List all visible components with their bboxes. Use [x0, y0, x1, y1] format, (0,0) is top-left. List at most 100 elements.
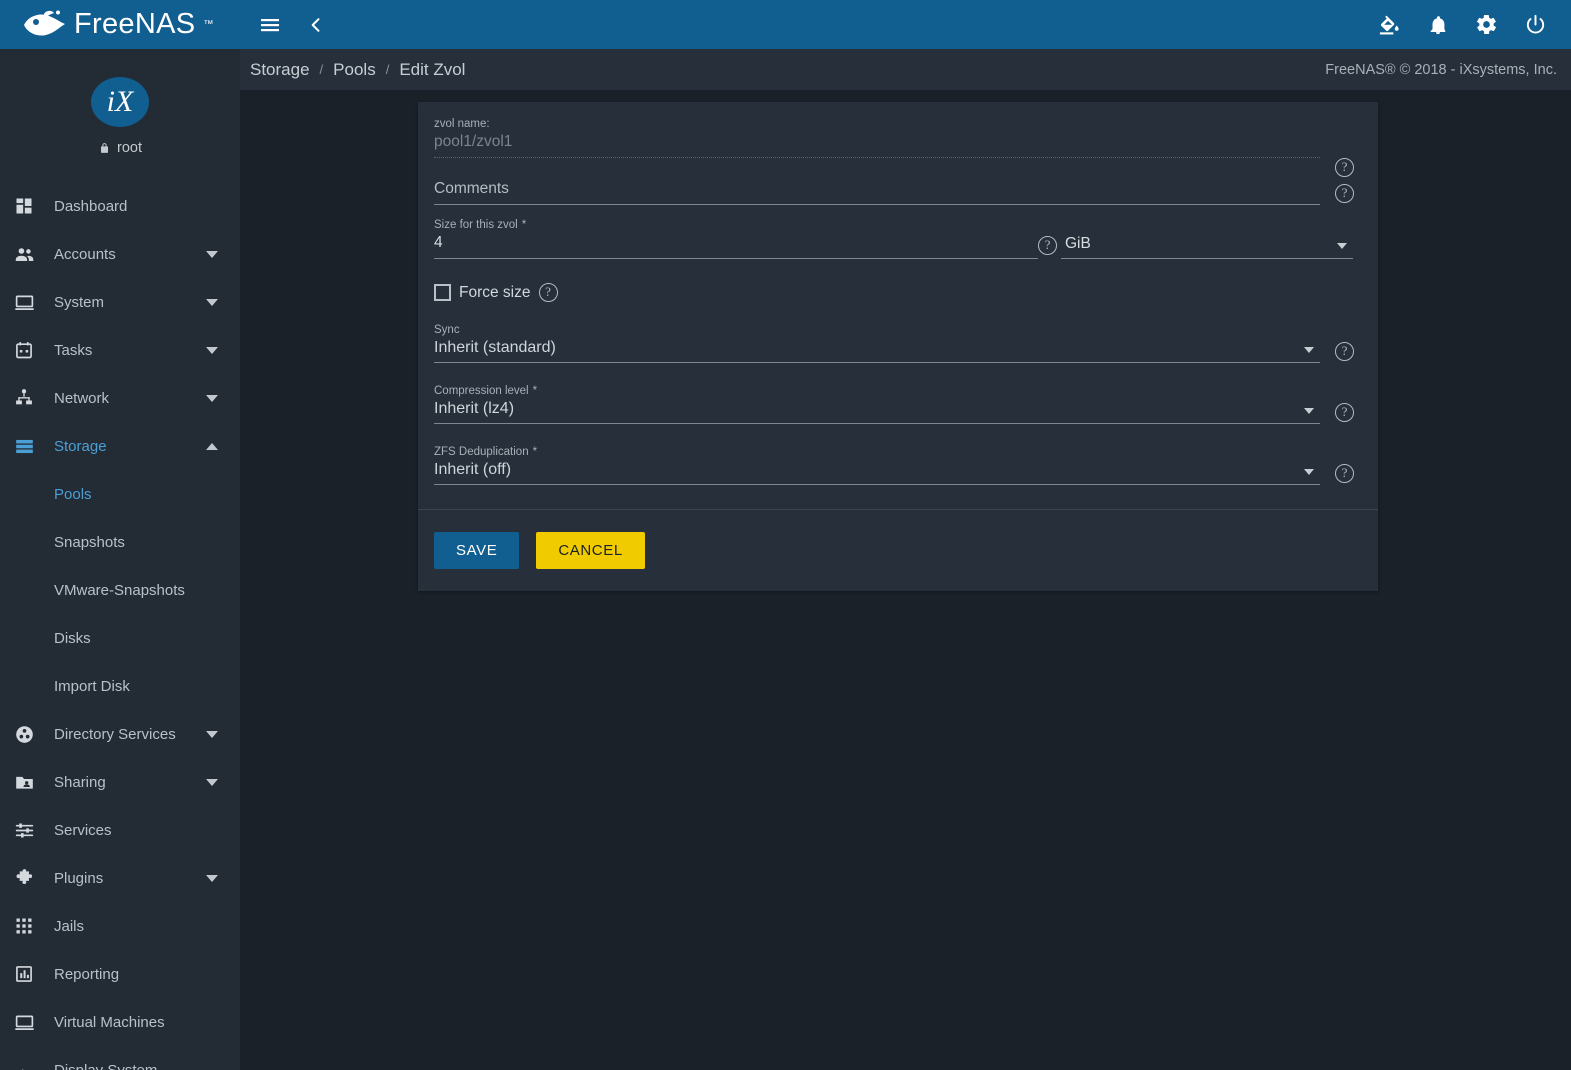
size-help-group: ? [1038, 236, 1059, 259]
sidebar-item-label: Plugins [54, 869, 104, 887]
ix-logo-text: iX [106, 85, 134, 118]
form-actions: SAVE CANCEL [418, 510, 1378, 591]
services-sliders-icon [14, 820, 48, 841]
reporting-chart-icon [14, 964, 48, 984]
sidebar-item-sharing[interactable]: Sharing [0, 758, 240, 806]
compression-field: Compression level * Inherit (lz4) ? [434, 385, 1362, 424]
sidebar-item-label: Accounts [54, 245, 116, 263]
power-icon[interactable] [1524, 13, 1547, 36]
sidebar-item-label: Jails [54, 917, 85, 935]
theme-paint-icon[interactable] [1378, 13, 1401, 36]
dedup-label-text: ZFS Deduplication [434, 446, 529, 458]
tasks-calendar-icon [14, 340, 48, 360]
sidebar-item-disks[interactable]: Disks [0, 614, 240, 662]
sync-select[interactable]: Inherit (standard) [434, 339, 1320, 363]
breadcrumb-item-edit-zvol: Edit Zvol [399, 59, 466, 79]
dashboard-icon [14, 196, 48, 216]
size-field-row: Size for this zvol* ? GiB [434, 219, 1362, 259]
compression-select[interactable]: Inherit (lz4) [434, 400, 1320, 424]
size-required-marker: * [521, 219, 527, 231]
sidebar-item-system[interactable]: System [0, 278, 240, 326]
dedup-label: ZFS Deduplication * [434, 446, 1320, 458]
display-system-icon [14, 1060, 48, 1070]
sidebar-item-label: Display System [54, 1061, 158, 1070]
sidebar-subitem-label: Snapshots [54, 533, 125, 551]
force-size-help-icon[interactable]: ? [538, 283, 558, 302]
size-input-group: Size for this zvol * [434, 219, 1038, 259]
accounts-people-icon [14, 244, 48, 265]
brand-logo[interactable]: FreeNAS ™ [0, 0, 240, 49]
ix-logo-icon: iX [91, 77, 149, 127]
sidebar-item-storage[interactable]: Storage [0, 422, 240, 470]
sidebar-item-vmware-snapshots[interactable]: VMware-Snapshots [0, 566, 240, 614]
virtual-machines-icon [14, 1012, 48, 1033]
username-row[interactable]: root [0, 140, 240, 156]
cancel-button[interactable]: CANCEL [536, 532, 645, 569]
breadcrumb: Storage / Pools / Edit Zvol [250, 60, 465, 80]
sharing-folder-icon [14, 772, 48, 793]
sidebar-item-services[interactable]: Services [0, 806, 240, 854]
sidebar-item-tasks[interactable]: Tasks [0, 326, 240, 374]
sidebar-item-dashboard[interactable]: Dashboard [0, 182, 240, 230]
main-content: zvol name: pool1/zvol1 ? ? Size for this… [240, 90, 1571, 1070]
sidebar-item-accounts[interactable]: Accounts [0, 230, 240, 278]
sidebar-item-label: Tasks [54, 341, 93, 359]
freenas-app: FreeNAS ™ iX root Dashboard Accounts Sys… [0, 0, 1571, 1070]
save-button[interactable]: SAVE [434, 532, 520, 569]
freenas-fish-logo-icon [24, 10, 65, 36]
sidebar-item-plugins[interactable]: Plugins [0, 854, 240, 902]
sync-help-icon[interactable]: ? [1335, 342, 1354, 361]
zvol-name-label: zvol name: [434, 118, 490, 130]
chevron-down-icon [206, 778, 218, 786]
compression-required-marker: * [532, 385, 538, 397]
dedup-select-wrap: Inherit (off) [434, 461, 1320, 485]
chevron-left-icon[interactable] [306, 15, 326, 35]
network-share-icon [14, 388, 48, 408]
size-unit-select[interactable]: GiB [1061, 235, 1353, 259]
sidebar-item-snapshots[interactable]: Snapshots [0, 518, 240, 566]
sync-select-wrap: Inherit (standard) [434, 339, 1320, 363]
comments-help-icon[interactable]: ? [1335, 184, 1354, 203]
chevron-down-icon [206, 346, 218, 354]
sidebar-subitem-label: Pools [54, 485, 92, 503]
edit-zvol-card: zvol name: pool1/zvol1 ? ? Size for this… [418, 102, 1378, 591]
force-size-checkbox[interactable] [434, 284, 451, 301]
hamburger-icon[interactable] [258, 13, 282, 37]
chevron-down-icon [206, 394, 218, 402]
comments-input[interactable] [434, 180, 1320, 205]
sidebar-item-directory-services[interactable]: Directory Services [0, 710, 240, 758]
plugins-puzzle-icon [14, 868, 48, 889]
username-label: root [117, 140, 142, 156]
sidebar-item-import-disk[interactable]: Import Disk [0, 662, 240, 710]
breadcrumb-item-storage[interactable]: Storage [250, 60, 310, 80]
settings-gear-icon[interactable] [1475, 13, 1498, 36]
lock-icon [100, 143, 109, 153]
sidebar-nav: Dashboard Accounts System Tasks Network … [0, 182, 240, 1070]
chevron-down-icon [206, 874, 218, 882]
brand-trademark: ™ [203, 19, 214, 30]
size-help-icon[interactable]: ? [1038, 236, 1057, 255]
zvol-name-help-icon[interactable]: ? [1335, 158, 1354, 177]
force-size-label[interactable]: Force size [459, 284, 531, 302]
dedup-help-icon[interactable]: ? [1335, 464, 1354, 483]
size-input[interactable] [434, 234, 1038, 259]
dedup-select[interactable]: Inherit (off) [434, 461, 1320, 485]
sidebar-item-label: Virtual Machines [54, 1013, 165, 1031]
zvol-name-value: pool1/zvol1 [434, 133, 1320, 158]
chevron-down-icon [206, 730, 218, 738]
sidebar-subitem-label: Import Disk [54, 677, 130, 695]
sidebar-item-reporting[interactable]: Reporting [0, 950, 240, 998]
compression-help-icon[interactable]: ? [1335, 403, 1354, 422]
sync-field: Sync Inherit (standard) ? [434, 324, 1362, 363]
sidebar-item-network[interactable]: Network [0, 374, 240, 422]
sidebar-item-display-system[interactable]: Display System [0, 1046, 240, 1070]
sidebar-item-label: System [54, 293, 105, 311]
storage-stack-icon [14, 436, 48, 457]
breadcrumb-item-pools[interactable]: Pools [333, 60, 376, 80]
sidebar-item-virtual-machines[interactable]: Virtual Machines [0, 998, 240, 1046]
sidebar-item-jails[interactable]: Jails [0, 902, 240, 950]
notifications-bell-icon[interactable] [1427, 14, 1449, 36]
sidebar-subitem-label: VMware-Snapshots [54, 581, 185, 599]
sidebar-item-label: Dashboard [54, 197, 128, 215]
sidebar-item-pools[interactable]: Pools [0, 470, 240, 518]
